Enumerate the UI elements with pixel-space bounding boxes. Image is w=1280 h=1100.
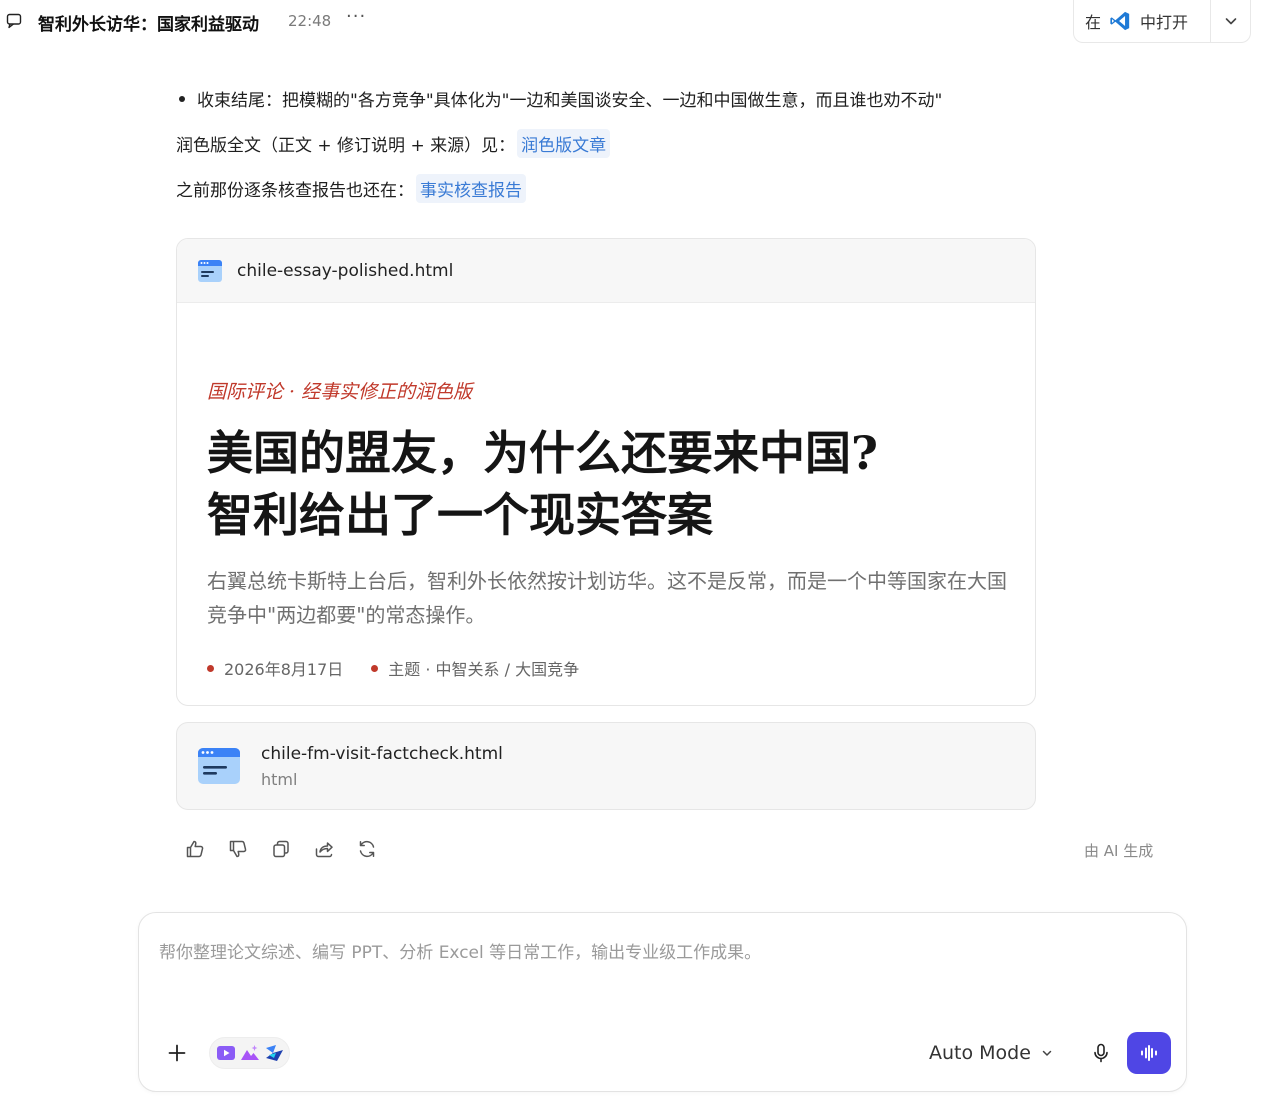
polished-ref-text: 润色版全文（正文 + 修订说明 + 来源）见：	[176, 136, 516, 156]
microphone-icon	[1094, 1043, 1108, 1063]
copy-button[interactable]	[270, 838, 292, 860]
copy-icon	[273, 840, 289, 858]
top-bar: 智利外长访华：国家利益驱动 22:48 ··· 在 中打开	[0, 0, 1280, 44]
more-options-button[interactable]: ···	[346, 6, 366, 27]
polished-ref-line: 润色版全文（正文 + 修订说明 + 来源）见： 润色版文章	[176, 129, 611, 158]
open-suffix-label: 中打开	[1140, 13, 1189, 32]
composer: Auto Mode	[138, 912, 1187, 1092]
mode-dropdown[interactable]: Auto Mode	[929, 1039, 1053, 1067]
meta-topic-text: 主题 · 中智关系 / 大国竞争	[388, 660, 580, 679]
chevron-down-icon	[1042, 1050, 1052, 1056]
prompt-input[interactable]	[159, 933, 1159, 973]
share-icon	[315, 842, 333, 858]
chevron-down-icon	[1225, 18, 1236, 25]
meta-dot	[207, 664, 214, 672]
regenerate-button[interactable]	[356, 838, 378, 860]
tools-pill[interactable]	[209, 1037, 290, 1069]
factcheck-report-link[interactable]: 事实核查报告	[416, 174, 526, 203]
headline-line-2: 智利给出了一个现实答案	[207, 488, 713, 542]
article-preview: 国际评论 · 经事实修正的润色版 美国的盟友，为什么还要来中国? 智利给出了一个…	[207, 377, 1007, 680]
vscode-icon	[1110, 11, 1130, 31]
file-name: chile-fm-visit-factcheck.html	[261, 743, 503, 764]
image-icon	[241, 1045, 259, 1060]
video-tool[interactable]	[214, 1041, 238, 1065]
article-meta: 2026年8月17日 主题 · 中智关系 / 大国竞争	[207, 656, 1007, 680]
factcheck-ref-line: 之前那份逐条核查报告也还在： 事实核查报告	[176, 174, 526, 203]
thumbs-down-icon	[229, 840, 247, 858]
bullet-text: 收束结尾：把模糊的"各方竞争"具体化为"一边和美国谈安全、一边和中国做生意，而且…	[197, 91, 943, 111]
headline-line-1: 美国的盟友，为什么还要来中国?	[207, 426, 878, 480]
sound-wave-icon	[1141, 1045, 1157, 1061]
message-actions	[184, 838, 399, 860]
meta-date: 2026年8月17日	[207, 656, 343, 680]
mode-label: Auto Mode	[929, 1042, 1031, 1064]
file-type: html	[261, 769, 298, 789]
voice-mode-button[interactable]	[1127, 1032, 1171, 1074]
add-attachment-button[interactable]	[165, 1041, 189, 1065]
meta-topic: 主题 · 中智关系 / 大国竞争	[371, 656, 579, 680]
factcheck-ref-text: 之前那份逐条核查报告也还在：	[176, 181, 414, 201]
thumbs-down-button[interactable]	[227, 838, 249, 860]
microphone-button[interactable]	[1089, 1041, 1113, 1065]
regenerate-icon	[359, 840, 375, 858]
summary-bullet: 收束结尾：把模糊的"各方竞争"具体化为"一边和美国谈安全、一边和中国做生意，而且…	[176, 86, 942, 111]
article-dek: 右翼总统卡斯特上台后，智利外长依然按计划访华。这不是反常，而是一个中等国家在大国…	[207, 569, 1007, 627]
article-headline: 美国的盟友，为什么还要来中国? 智利给出了一个现实答案	[207, 422, 1007, 546]
image-tool[interactable]	[238, 1041, 262, 1065]
thumbs-up-icon	[186, 840, 204, 858]
plus-icon	[168, 1044, 186, 1062]
polished-article-link[interactable]: 润色版文章	[517, 129, 611, 158]
video-icon	[217, 1046, 235, 1060]
article-kicker: 国际评论 · 经事实修正的润色版	[207, 381, 473, 403]
meta-dot	[371, 664, 379, 672]
bullet-dot	[179, 95, 185, 102]
doc-tool-icon	[266, 1045, 283, 1061]
file-card-factcheck[interactable]: chile-fm-visit-factcheck.html html	[176, 722, 1036, 810]
file-info: chile-fm-visit-factcheck.html html	[261, 744, 503, 789]
open-in-vscode-button[interactable]: 在 中打开	[1074, 0, 1211, 42]
file-name: chile-essay-polished.html	[237, 260, 454, 281]
chat-window: 智利外长访华：国家利益驱动 22:48 ··· 在 中打开 收束结尾：把模糊的"…	[0, 0, 1280, 1100]
conversation-time: 22:48	[288, 12, 332, 30]
meta-date-text: 2026年8月17日	[224, 660, 344, 679]
html-file-icon	[198, 748, 240, 784]
open-prefix-label: 在	[1085, 13, 1102, 32]
doc-tool[interactable]	[262, 1041, 286, 1065]
file-card-header: chile-essay-polished.html	[177, 239, 1035, 303]
thumbs-up-button[interactable]	[184, 838, 206, 860]
conversation-title: 智利外长访华：国家利益驱动	[38, 15, 259, 35]
file-card-polished[interactable]: chile-essay-polished.html 国际评论 · 经事实修正的润…	[176, 238, 1036, 706]
chat-icon	[6, 13, 22, 29]
ai-generated-label: 由 AI 生成	[1084, 842, 1154, 860]
open-options-dropdown[interactable]	[1211, 14, 1250, 28]
share-button[interactable]	[313, 838, 335, 860]
html-file-icon	[198, 259, 222, 282]
open-in-app-group: 在 中打开	[1073, 0, 1251, 43]
